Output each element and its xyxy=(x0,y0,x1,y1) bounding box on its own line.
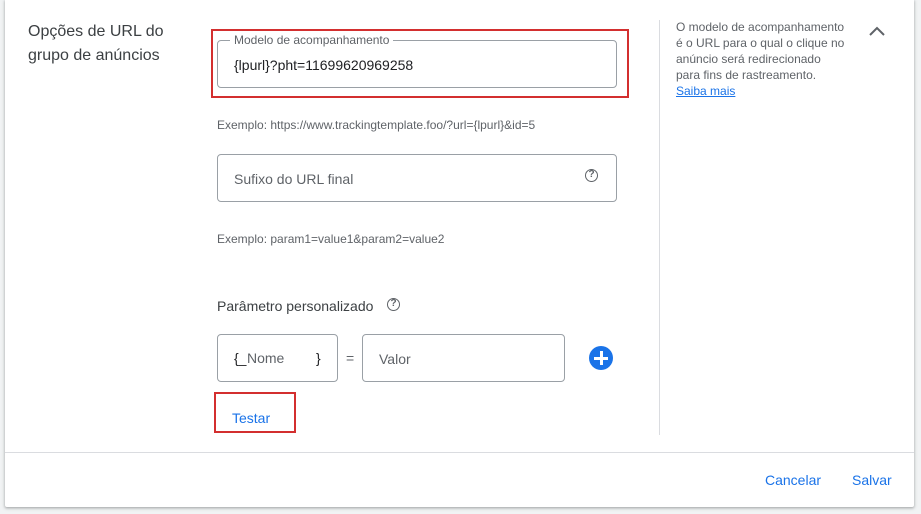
save-button[interactable]: Salvar xyxy=(852,471,892,489)
custom-param-label: Parâmetro personalizado xyxy=(217,297,373,315)
final-url-suffix-field[interactable]: Sufixo do URL final ? xyxy=(217,154,617,202)
custom-param-name-field[interactable]: {_ Nome } xyxy=(217,334,338,382)
footer-divider xyxy=(5,452,914,453)
section-title: Opções de URL do grupo de anúncios xyxy=(28,23,164,64)
final-url-suffix-placeholder: Sufixo do URL final xyxy=(234,171,354,187)
vertical-divider xyxy=(659,20,660,435)
help-circle-icon[interactable]: ? xyxy=(387,298,400,311)
cancel-button[interactable]: Cancelar xyxy=(765,471,821,489)
custom-param-value-field[interactable]: Valor xyxy=(362,334,565,382)
custom-param-name-suffix: } xyxy=(316,350,321,366)
side-help: O modelo de acompanhamento é o URL para … xyxy=(676,19,846,99)
url-options-card: Opções de URL do grupo de anúncios Model… xyxy=(5,0,914,507)
help-circle-icon[interactable]: ? xyxy=(585,169,598,182)
test-button-highlight xyxy=(214,392,296,433)
tracking-template-example: Exemplo: https://www.trackingtemplate.fo… xyxy=(217,118,536,132)
custom-param-value-placeholder: Valor xyxy=(379,351,411,367)
add-param-button[interactable] xyxy=(589,346,613,370)
custom-param-name-placeholder: Nome xyxy=(247,350,285,366)
custom-param-label-text: Parâmetro personalizado xyxy=(217,298,374,314)
chevron-up-icon[interactable] xyxy=(867,22,887,42)
custom-param-name-prefix: {_ xyxy=(234,350,247,366)
equals-sign: = xyxy=(346,350,355,366)
tracking-template-highlight xyxy=(211,29,629,98)
final-url-suffix-example: Exemplo: param1=value1&param2=value2 xyxy=(217,232,445,246)
side-help-text: O modelo de acompanhamento é o URL para … xyxy=(676,20,845,82)
learn-more-link[interactable]: Saiba mais xyxy=(676,84,735,98)
